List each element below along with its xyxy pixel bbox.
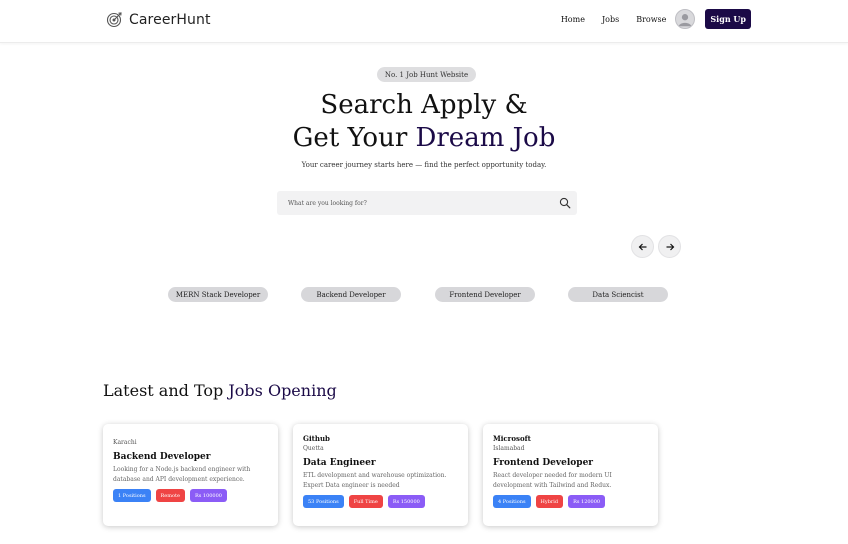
job-company: Github <box>303 434 330 443</box>
job-location: Quetta <box>303 445 324 452</box>
search-input[interactable] <box>277 191 547 215</box>
navbar: CareerHunt Home Jobs Browse Sign Up <box>0 0 848 43</box>
nav-home-link[interactable]: Home <box>561 15 585 24</box>
hero-title-line2: Get Your Dream Job <box>0 122 848 155</box>
latest-jobs-title: Latest and Top Jobs Opening <box>103 381 337 400</box>
job-title: Data Engineer <box>303 458 376 468</box>
category-chip-frontend[interactable]: Frontend Developer <box>435 287 535 302</box>
latest-jobs-title-prefix: Latest and Top <box>103 381 229 400</box>
hero-title-accent: Dream Job <box>415 123 556 153</box>
job-title: Frontend Developer <box>493 458 594 468</box>
positions-badge: 4 Positions <box>493 495 531 508</box>
job-title: Backend Developer <box>113 452 211 462</box>
job-description: Looking for a Node.js backend engineer w… <box>113 466 251 483</box>
arrow-right-icon <box>666 243 674 250</box>
carousel-prev-button[interactable] <box>631 235 654 258</box>
hero-subtitle: Your career journey starts here — find t… <box>301 161 547 169</box>
hero-badge: No. 1 Job Hunt Website <box>377 67 476 82</box>
category-chip-data-science[interactable]: Data Sciencist <box>568 287 668 302</box>
salary-badge: Rs 150000 <box>387 495 425 508</box>
job-badges: 4 Positions Hybrid Rs 120000 <box>493 495 648 508</box>
job-description: React developer needed for modern UI dev… <box>493 472 612 489</box>
target-logo-icon <box>106 12 122 28</box>
hero-title-line1: Search Apply & <box>320 90 528 120</box>
job-badges: 53 Positions Full Time Rs 150000 <box>303 495 458 508</box>
job-type-badge: Remote <box>155 489 185 502</box>
arrow-left-icon <box>638 243 646 250</box>
job-card[interactable]: Github Quetta Data Engineer ETL developm… <box>293 424 468 526</box>
search-icon[interactable] <box>559 197 571 209</box>
job-card[interactable]: Karachi Backend Developer Looking for a … <box>103 424 278 526</box>
job-type-badge: Hybrid <box>535 495 564 508</box>
nav-jobs-link[interactable]: Jobs <box>602 15 619 24</box>
search-bar <box>277 191 577 215</box>
carousel-next-button[interactable] <box>658 235 681 258</box>
positions-badge: 1 Positions <box>113 489 151 502</box>
salary-badge: Rs 100000 <box>189 489 227 502</box>
job-description: ETL development and warehouse optimizati… <box>303 472 447 489</box>
job-type-badge: Full Time <box>348 495 383 508</box>
sign-up-button[interactable]: Sign Up <box>705 9 751 29</box>
salary-badge: Rs 120000 <box>568 495 606 508</box>
job-company: Microsoft <box>493 434 531 443</box>
job-location: Karachi <box>113 439 137 446</box>
positions-badge: 53 Positions <box>303 495 344 508</box>
latest-jobs-title-accent: Jobs Opening <box>228 381 337 400</box>
job-card[interactable]: Microsoft Islamabad Frontend Developer R… <box>483 424 658 526</box>
job-location: Islamabad <box>493 445 525 452</box>
user-avatar[interactable] <box>675 9 696 29</box>
nav-browse-link[interactable]: Browse <box>636 15 666 24</box>
nav-links: Home Jobs Browse Sign Up <box>561 9 751 29</box>
category-chip-mern[interactable]: MERN Stack Developer <box>168 287 268 302</box>
user-avatar-icon <box>679 14 692 27</box>
category-chip-backend[interactable]: Backend Developer <box>301 287 401 302</box>
hero-title-prefix: Get Your <box>292 123 416 153</box>
brand[interactable]: CareerHunt <box>106 11 211 28</box>
brand-name: CareerHunt <box>129 11 211 28</box>
job-badges: 1 Positions Remote Rs 100000 <box>113 489 268 502</box>
